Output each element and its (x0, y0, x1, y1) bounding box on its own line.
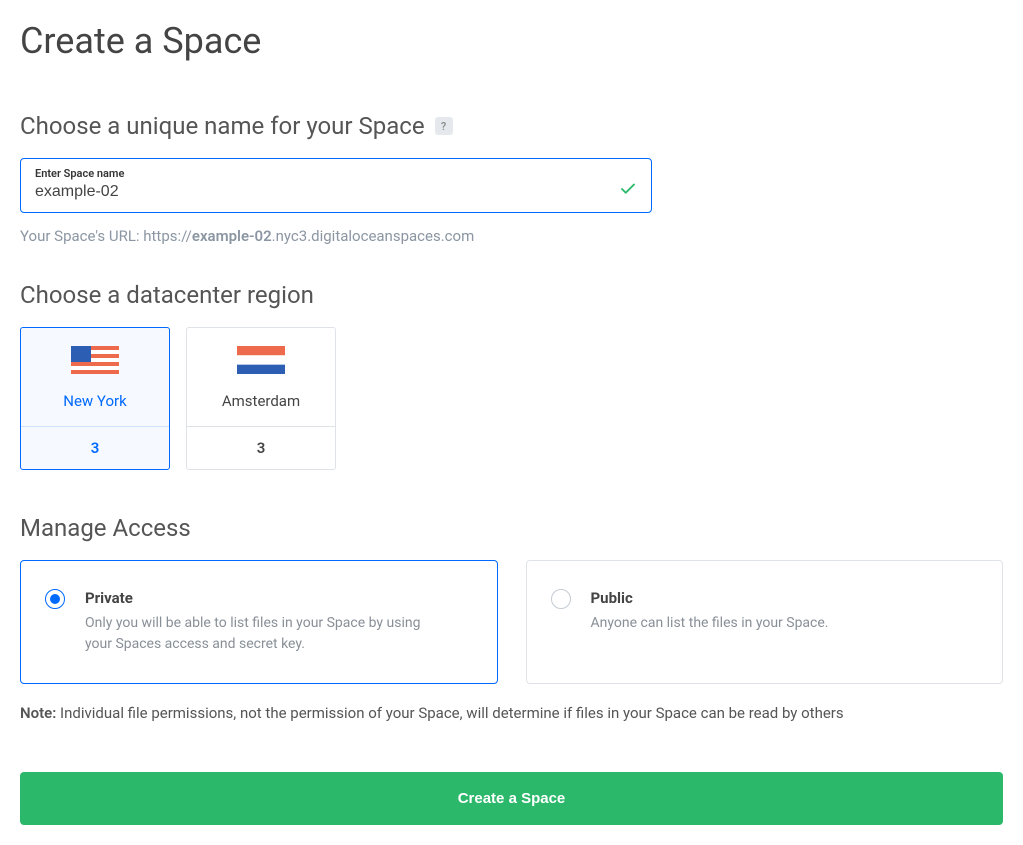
radio-public[interactable] (551, 589, 571, 609)
access-description: Anyone can list the files in your Space. (591, 613, 829, 634)
note-label: Note: (20, 704, 56, 722)
access-note: Note: Individual file permissions, not t… (20, 704, 1003, 722)
access-description: Only you will be able to list files in y… (85, 613, 425, 655)
flag-nl-icon (237, 346, 285, 374)
url-prefix: Your Space's URL: https:// (20, 227, 192, 245)
name-section-title-text: Choose a unique name for your Space (20, 112, 425, 140)
space-url-preview: Your Space's URL: https://example-02.nyc… (20, 227, 1003, 245)
access-option-public[interactable]: Public Anyone can list the files in your… (526, 560, 1004, 684)
region-card-new-york[interactable]: New York 3 (20, 327, 170, 470)
help-icon[interactable]: ? (435, 117, 453, 135)
region-section-title: Choose a datacenter region (20, 281, 1003, 309)
region-code: 3 (21, 426, 169, 469)
region-name: Amsterdam (222, 392, 300, 410)
access-label: Public (591, 589, 829, 607)
space-name-input[interactable] (35, 181, 619, 201)
access-options: Private Only you will be able to list fi… (20, 560, 1003, 684)
note-body: Individual file permissions, not the per… (60, 704, 844, 722)
region-card-amsterdam[interactable]: Amsterdam 3 (186, 327, 336, 470)
radio-private[interactable] (45, 589, 65, 609)
url-suffix: .nyc3.digitaloceanspaces.com (272, 227, 475, 245)
checkmark-icon (619, 180, 637, 202)
flag-us-icon (71, 346, 119, 374)
name-section-title: Choose a unique name for your Space ? (20, 112, 1003, 140)
access-section-title: Manage Access (20, 514, 1003, 542)
page-title: Create a Space (20, 20, 1003, 62)
region-code: 3 (187, 426, 335, 469)
region-name: New York (63, 392, 126, 410)
access-option-private[interactable]: Private Only you will be able to list fi… (20, 560, 498, 684)
space-name-input-wrapper[interactable]: Enter Space name (20, 158, 652, 213)
region-row: New York 3 Amsterdam 3 (20, 327, 1003, 470)
name-section: Choose a unique name for your Space ? En… (20, 112, 1003, 470)
space-name-input-label: Enter Space name (35, 167, 637, 180)
create-space-button[interactable]: Create a Space (20, 772, 1003, 825)
access-label: Private (85, 589, 425, 607)
url-host: example-02 (192, 227, 272, 245)
